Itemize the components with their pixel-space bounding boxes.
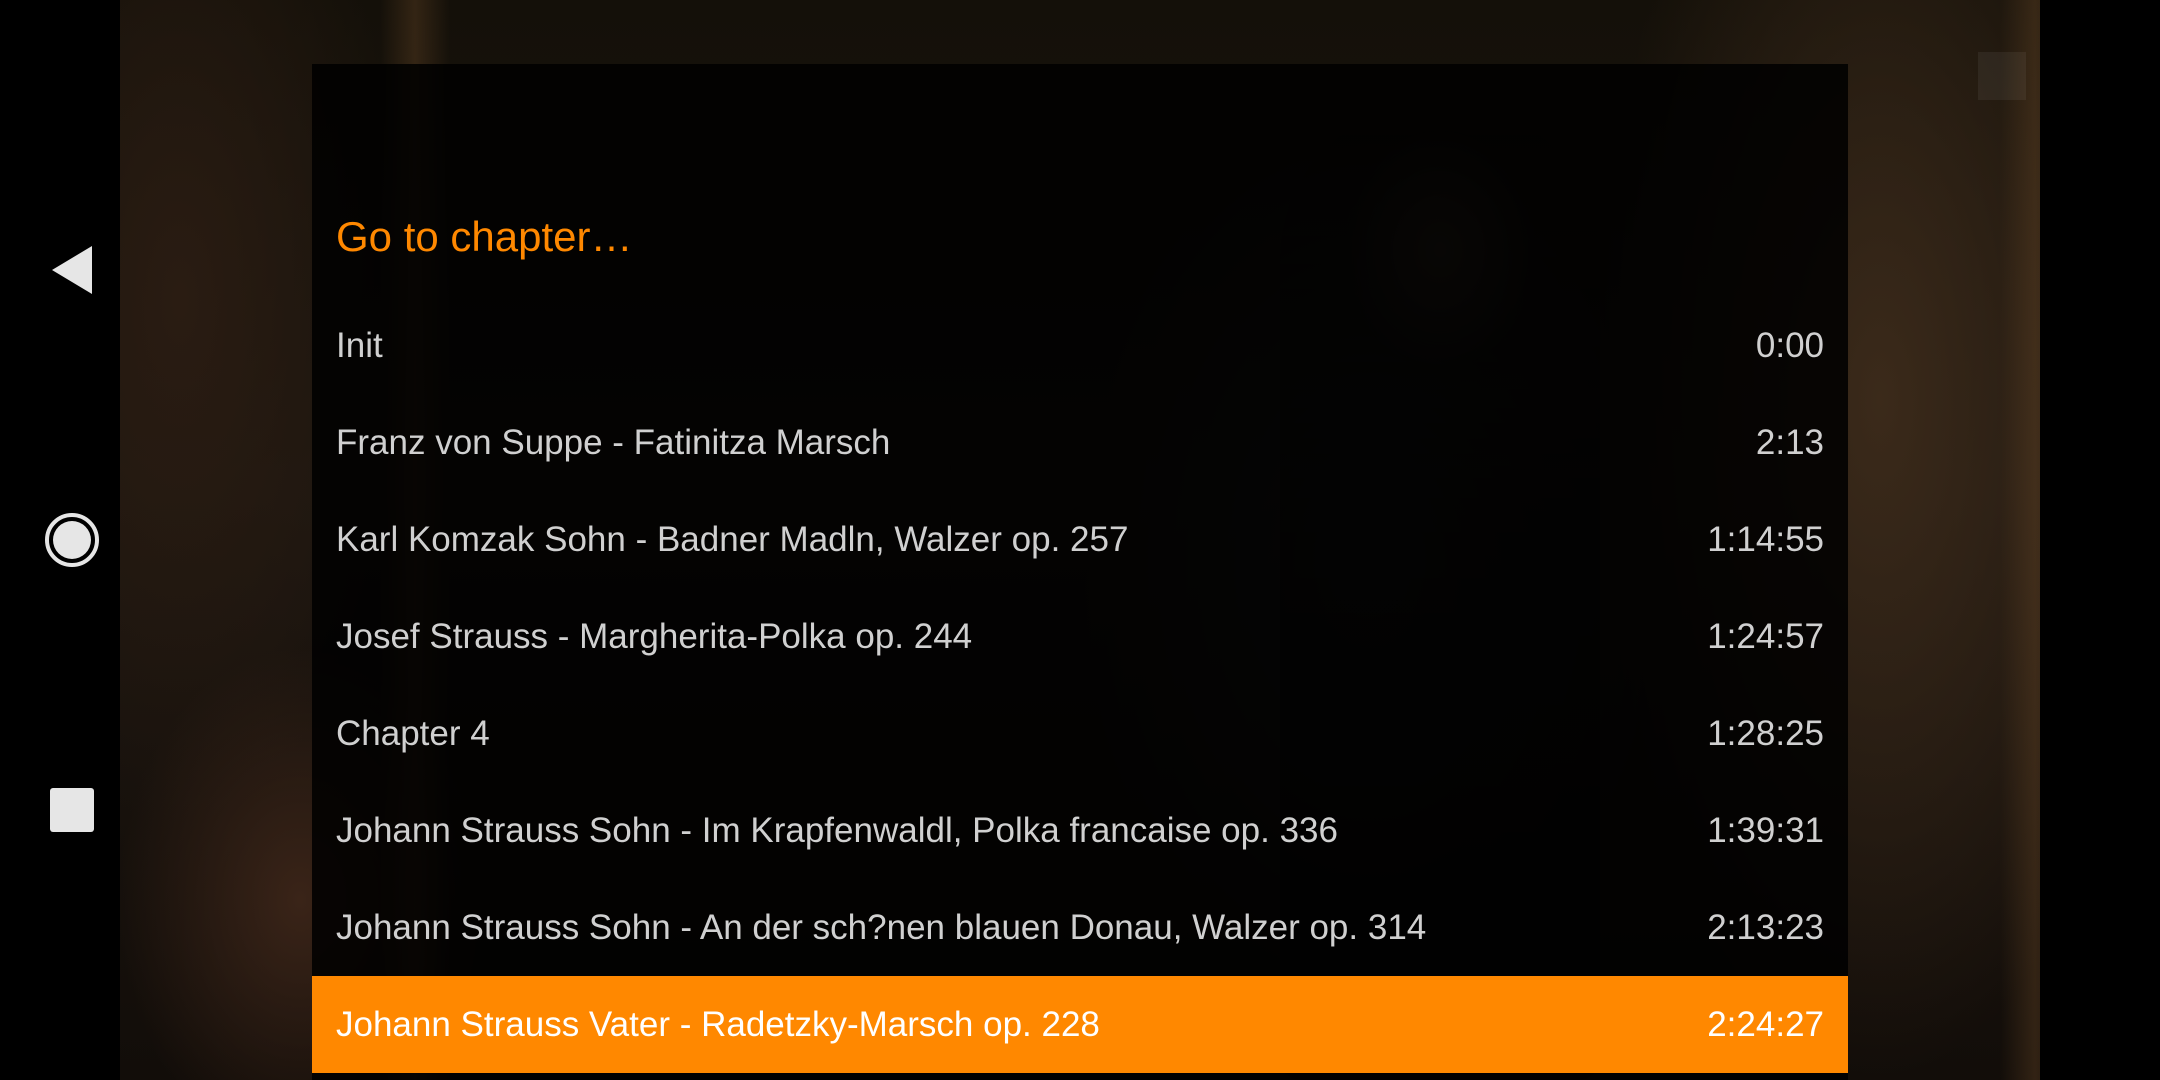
dialog-title: Go to chapter…	[336, 213, 633, 260]
home-icon	[45, 513, 99, 567]
chapter-name: Johann Strauss Sohn - Im Krapfenwaldl, P…	[336, 810, 1338, 850]
chapter-item[interactable]: Chapter 4 1:28:25	[312, 685, 1848, 782]
chapter-item[interactable]: Josef Strauss - Margherita-Polka op. 244…	[312, 588, 1848, 685]
back-button[interactable]	[36, 234, 108, 306]
home-button[interactable]	[36, 504, 108, 576]
letterbox-right	[2040, 0, 2160, 1080]
chapter-name: Init	[336, 325, 383, 365]
back-icon	[52, 246, 92, 294]
chapter-list: Init 0:00 Franz von Suppe - Fatinitza Mars…	[312, 297, 1848, 1073]
chapter-name: Johann Strauss Vater - Radetzky-Marsch o…	[336, 1004, 1100, 1044]
screen: Go to chapter… Init 0:00 Franz von Suppe -…	[0, 0, 2160, 1080]
chapter-name: Josef Strauss - Margherita-Polka op. 244	[336, 616, 973, 656]
chapter-time: 2:13:23	[1707, 907, 1824, 947]
chapter-item[interactable]: Init 0:00	[312, 297, 1848, 394]
chapter-item[interactable]: Johann Strauss Sohn - An der sch?nen bla…	[312, 879, 1848, 976]
chapter-time: 1:28:25	[1707, 713, 1824, 753]
recents-icon	[50, 788, 94, 832]
chapter-item-selected[interactable]: Johann Strauss Vater - Radetzky-Marsch o…	[312, 976, 1848, 1073]
chapter-name: Chapter 4	[336, 713, 490, 753]
chapter-item[interactable]: Johann Strauss Sohn - Im Krapfenwaldl, P…	[312, 782, 1848, 879]
chapter-item[interactable]: Franz von Suppe - Fatinitza Marsch 2:13	[312, 394, 1848, 491]
chapter-time: 1:14:55	[1707, 519, 1824, 559]
chapter-time: 1:39:31	[1707, 810, 1824, 850]
chapter-time: 1:24:57	[1707, 616, 1824, 656]
chapter-name: Johann Strauss Sohn - An der sch?nen bla…	[336, 907, 1427, 947]
channel-logo-icon	[1978, 52, 2026, 100]
chapter-item[interactable]: Karl Komzak Sohn - Badner Madln, Walzer …	[312, 491, 1848, 588]
chapter-time: 0:00	[1755, 325, 1824, 365]
chapter-name: Karl Komzak Sohn - Badner Madln, Walzer …	[336, 519, 1129, 559]
recents-button[interactable]	[36, 774, 108, 846]
chapter-time: 2:24:27	[1707, 1004, 1824, 1044]
chapter-time: 2:13	[1755, 422, 1824, 462]
chapter-dialog: Go to chapter… Init 0:00 Franz von Suppe -…	[312, 64, 1848, 1080]
chapter-name: Franz von Suppe - Fatinitza Marsch	[336, 422, 891, 462]
navigation-bar	[0, 0, 120, 1080]
